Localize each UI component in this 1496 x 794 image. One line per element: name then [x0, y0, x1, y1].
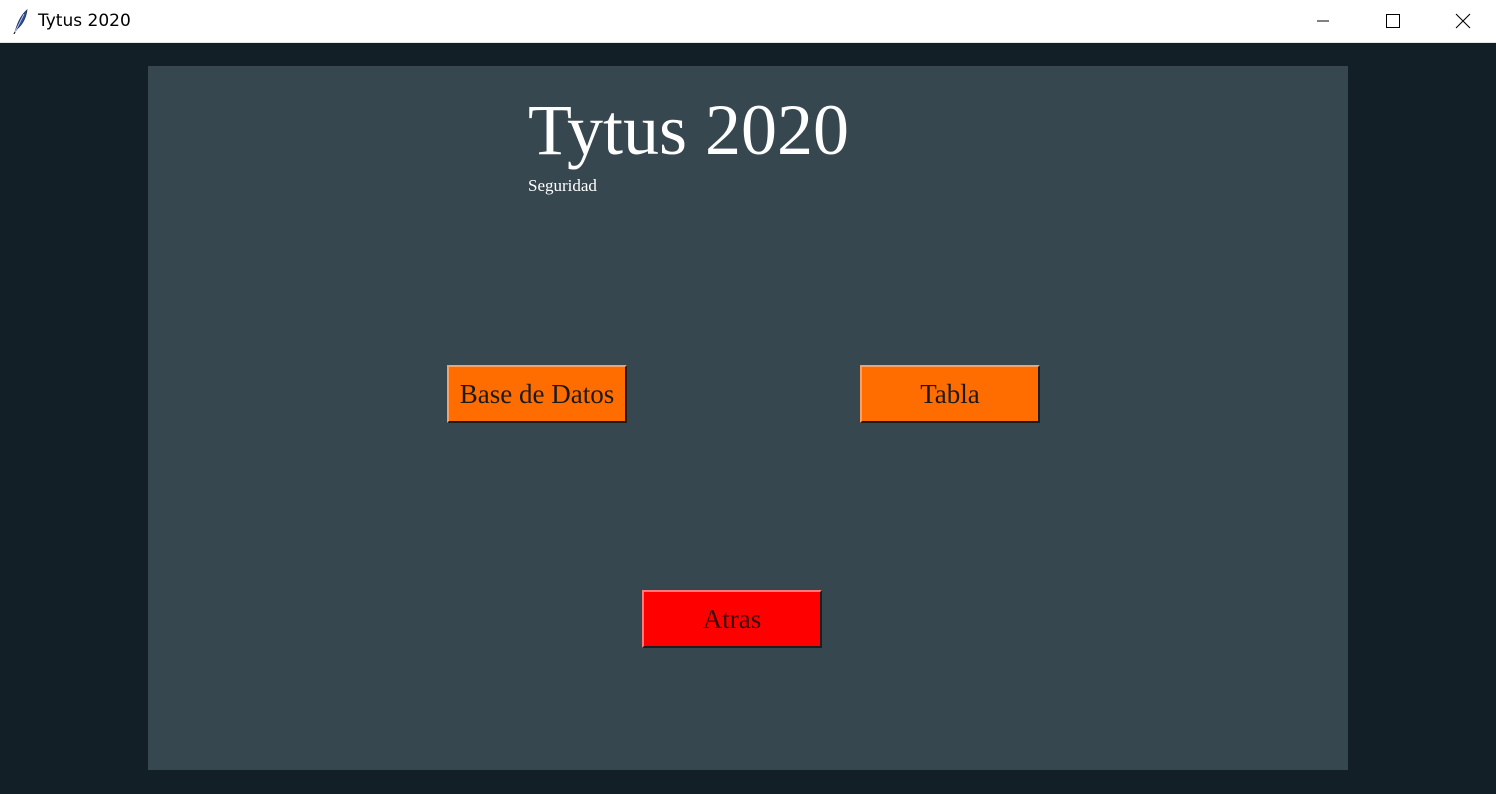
table-button[interactable]: Tabla	[860, 365, 1040, 423]
main-panel: Tytus 2020 Seguridad Base de Datos Tabla…	[148, 66, 1348, 770]
close-button[interactable]	[1428, 0, 1496, 42]
close-icon	[1455, 13, 1471, 29]
window-title: Tytus 2020	[38, 11, 131, 31]
back-button[interactable]: Atras	[642, 590, 822, 648]
database-button[interactable]: Base de Datos	[447, 365, 627, 423]
title-bar[interactable]: Tytus 2020	[0, 0, 1496, 43]
minimize-button[interactable]	[1288, 0, 1358, 42]
page-subtitle: Seguridad	[528, 176, 597, 195]
feather-icon	[12, 8, 30, 35]
maximize-icon	[1385, 13, 1401, 29]
minimize-icon	[1315, 13, 1331, 29]
maximize-button[interactable]	[1358, 0, 1428, 42]
application-window: Tytus 2020 Tytus 2020 Seguridad Base de …	[0, 0, 1496, 794]
page-title: Tytus 2020	[528, 90, 849, 170]
